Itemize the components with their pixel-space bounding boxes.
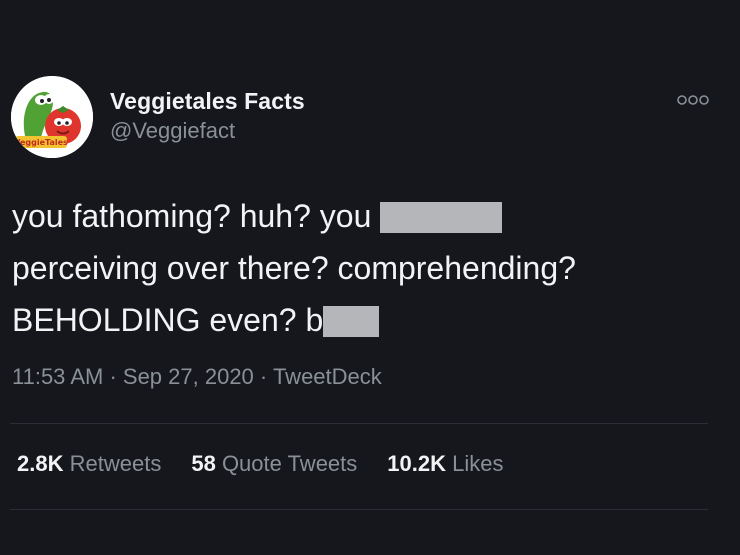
tweet-source[interactable]: TweetDeck	[273, 364, 382, 389]
author-display-name[interactable]: Veggietales Facts	[110, 86, 305, 116]
divider	[10, 423, 708, 424]
retweets-count: 2.8K	[17, 451, 64, 476]
tweet-text: you fathoming? huh? you perceiving over …	[12, 190, 732, 346]
likes-label: Likes	[452, 451, 504, 476]
retweets-stat[interactable]: 2.8K Retweets	[17, 451, 161, 477]
censor-bar	[380, 202, 503, 233]
censor-bar	[323, 306, 380, 337]
quote-tweets-stat[interactable]: 58 Quote Tweets	[191, 451, 357, 477]
tweet-text-line-2: perceiving over there? comprehending?	[12, 250, 576, 286]
tweet-text-line-3-words: BEHOLDING even? b	[12, 302, 324, 338]
author-handle[interactable]: @Veggiefact	[110, 116, 305, 146]
svg-text:VeggieTales: VeggieTales	[14, 138, 68, 147]
meta-separator: ·	[253, 364, 273, 389]
tweet-stats: 2.8K Retweets 58 Quote Tweets 10.2K Likes	[17, 451, 533, 477]
tweet-text-line-1: you fathoming? huh? you	[12, 190, 732, 242]
more-options-icon[interactable]	[676, 92, 710, 108]
likes-stat[interactable]: 10.2K Likes	[387, 451, 503, 477]
tweet-date[interactable]: Sep 27, 2020	[123, 364, 254, 389]
tweet-time[interactable]: 11:53 AM	[12, 364, 103, 389]
tweet-meta: 11:53 AM · Sep 27, 2020 · TweetDeck	[12, 364, 382, 390]
veggietales-logo-icon: VeggieTales	[11, 76, 93, 158]
tweet-text-line-1-words: you fathoming? huh? you	[12, 198, 372, 234]
profile-avatar[interactable]: VeggieTales	[11, 76, 93, 158]
tweet-card: VeggieTales Veggietales Facts @Veggiefac…	[0, 0, 740, 555]
meta-separator: ·	[103, 364, 123, 389]
tweet-text-line-3: BEHOLDING even? b	[12, 294, 732, 346]
retweets-label: Retweets	[69, 451, 162, 476]
tweet-author: Veggietales Facts @Veggiefact	[110, 86, 305, 146]
quote-tweets-count: 58	[191, 451, 216, 476]
quote-tweets-label: Quote Tweets	[221, 451, 358, 476]
divider	[10, 509, 708, 510]
likes-count: 10.2K	[387, 451, 446, 476]
